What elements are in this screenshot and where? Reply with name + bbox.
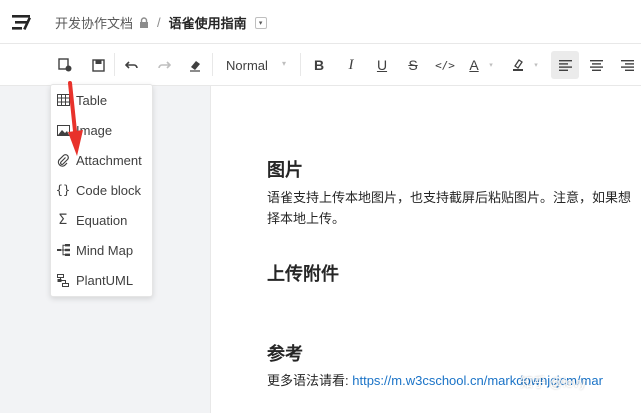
image-icon (56, 123, 70, 137)
chevron-down-icon[interactable]: ▾ (487, 56, 495, 74)
eraser-icon[interactable] (187, 56, 203, 74)
menu-item-mind-map[interactable]: Mind Map (51, 235, 152, 265)
yuque-logo-icon[interactable] (12, 13, 34, 31)
table-icon (56, 93, 70, 107)
reference-prefix: 更多语法请看: (267, 373, 353, 388)
menu-item-label: PlantUML (76, 272, 134, 288)
redo-icon[interactable] (156, 56, 172, 74)
heading-reference[interactable]: 参考 (267, 340, 303, 366)
menu-item-equation[interactable]: Σ Equation (51, 205, 152, 235)
save-icon[interactable] (90, 56, 106, 74)
menu-item-label: Code block (76, 182, 142, 198)
toolbar-divider (212, 53, 213, 76)
underline-icon[interactable]: U (375, 56, 389, 74)
toolbar-divider (300, 53, 301, 76)
doc-menu-chevron-down-icon[interactable]: ▾ (254, 16, 267, 29)
highlight-icon[interactable] (511, 56, 525, 74)
menu-item-label: Attachment (76, 152, 142, 168)
chevron-down-icon[interactable]: ▾ (282, 59, 286, 68)
menu-item-label: Table (76, 92, 108, 108)
braces-icon: {} (55, 183, 71, 197)
mindmap-icon (56, 243, 70, 257)
breadcrumb: 开发协作文档 / 语雀使用指南 ▾ (55, 13, 267, 32)
paragraph-style-select[interactable]: Normal (226, 58, 268, 73)
insert-dropdown-menu: Table Image Attachment {} Code block Σ E… (50, 84, 153, 297)
bold-icon[interactable]: B (312, 56, 326, 74)
breadcrumb-workspace[interactable]: 开发协作文档 (55, 13, 133, 32)
plantuml-icon (56, 273, 70, 287)
strikethrough-icon[interactable]: S (406, 56, 420, 74)
menu-item-label: Equation (76, 212, 128, 228)
italic-icon[interactable]: I (344, 56, 358, 74)
document-title[interactable]: 语雀使用指南 (169, 13, 247, 32)
menu-item-label: Mind Map (76, 242, 134, 258)
menu-item-plantuml[interactable]: PlantUML (51, 265, 152, 295)
paperclip-icon (56, 153, 70, 167)
menu-item-label: Image (76, 122, 113, 138)
insert-icon[interactable] (57, 56, 73, 74)
toolbar-divider (114, 53, 115, 76)
align-right-icon[interactable] (620, 56, 634, 74)
heading-images[interactable]: 图片 (267, 156, 303, 182)
chevron-down-icon[interactable]: ▾ (532, 56, 540, 74)
align-left-icon[interactable] (558, 56, 572, 74)
breadcrumb-separator: / (157, 15, 161, 30)
code-icon[interactable]: </> (435, 56, 455, 74)
menu-item-attachment[interactable]: Attachment (51, 145, 152, 175)
app-header: 开发协作文档 / 语雀使用指南 ▾ (0, 0, 641, 44)
paragraph-line[interactable]: 择本地上传。 (267, 208, 345, 229)
editor-toolbar: Normal ▾ B I U S </> A ▾ ▾ (0, 44, 641, 86)
align-center-icon[interactable] (589, 56, 603, 74)
font-color-icon[interactable]: A (467, 56, 481, 74)
undo-icon[interactable] (124, 56, 140, 74)
menu-item-code-block[interactable]: {} Code block (51, 175, 152, 205)
lock-icon (140, 17, 149, 28)
sigma-icon: Σ (58, 212, 68, 228)
menu-item-image[interactable]: Image (51, 115, 152, 145)
watermark: 知乎 @levy (520, 375, 586, 390)
paragraph-line[interactable]: 语雀支持上传本地图片，也支持截屏后粘贴图片。注意，如果想 (267, 187, 631, 208)
heading-upload-attachment[interactable]: 上传附件 (267, 260, 339, 286)
menu-item-table[interactable]: Table (51, 85, 152, 115)
document-canvas[interactable]: 图片 语雀支持上传本地图片，也支持截屏后粘贴图片。注意，如果想 择本地上传。 上… (210, 86, 641, 413)
